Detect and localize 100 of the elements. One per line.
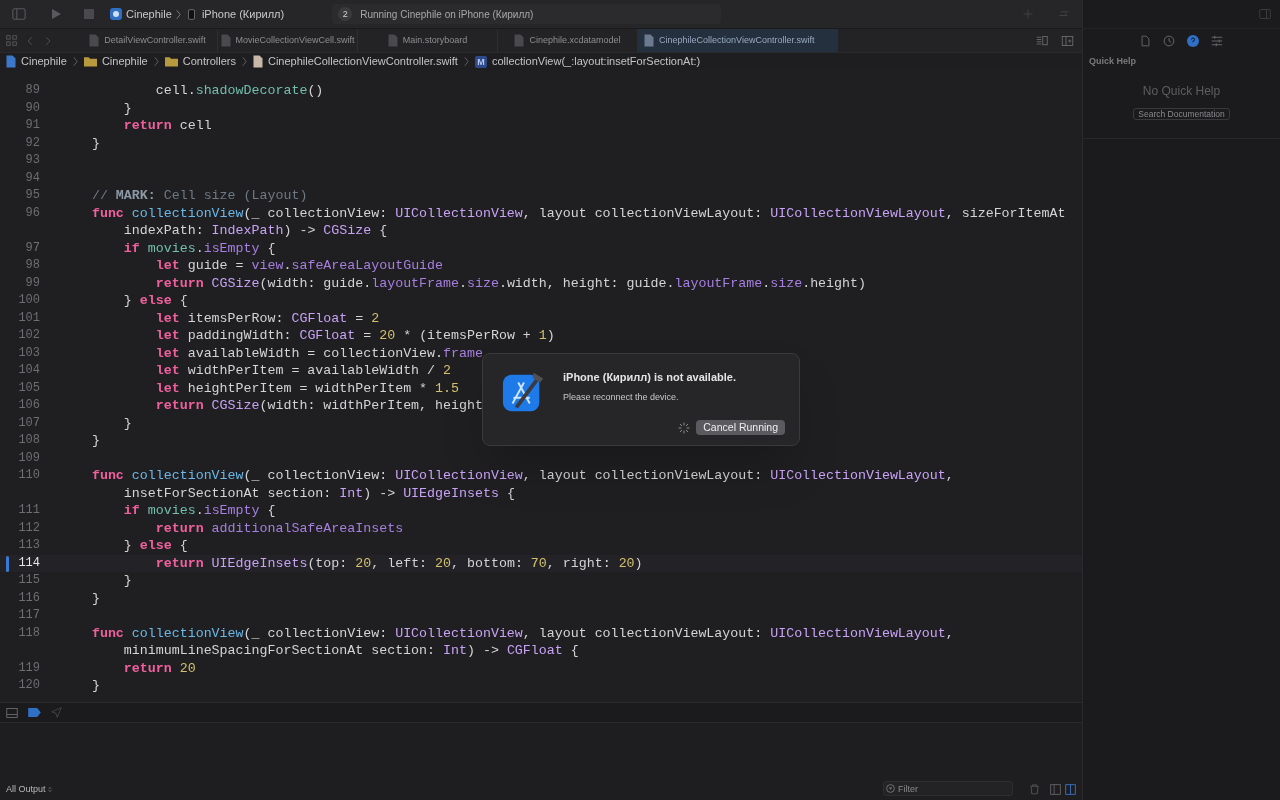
line-number: 99: [25, 274, 40, 292]
line-number: 113: [18, 537, 40, 554]
code-line: cell.shadowDecorate(): [154, 82, 324, 100]
line-number: 110: [18, 467, 40, 484]
output-scope-selector[interactable]: All Output: [6, 782, 52, 796]
spinner-icon: [678, 421, 691, 434]
line-number: 115: [18, 572, 40, 589]
chevron-icon: [47, 785, 52, 793]
chevron-icon: [153, 56, 159, 67]
help-icon[interactable]: [1187, 34, 1199, 47]
line-number: 104: [18, 362, 40, 379]
code-line: } else {: [122, 537, 188, 555]
code-line: let itemsPerRow: CGFloat = 2: [154, 309, 380, 327]
breakpoint-icon[interactable]: [28, 708, 41, 717]
grid-icon[interactable]: [6, 35, 17, 46]
forward-icon[interactable]: [43, 34, 53, 47]
breadcrumb-item[interactable]: CinephileCollectionViewController.swift: [267, 53, 458, 70]
back-icon[interactable]: [25, 34, 35, 47]
file-icon: [252, 55, 263, 68]
line-number: 106: [18, 397, 40, 414]
device-name[interactable]: iPhone (Кирилл): [201, 5, 285, 23]
cancel-running-button[interactable]: Cancel Running: [696, 420, 785, 435]
file-icon: [6, 55, 16, 68]
trash-icon[interactable]: [1029, 783, 1040, 795]
scheme-name[interactable]: Cinephile: [126, 5, 172, 23]
empty-message: No Quick Help: [1141, 82, 1222, 100]
line-number: 107: [18, 414, 40, 432]
file-icon: [220, 34, 231, 47]
code-line: if movies.isEmpty {: [122, 502, 276, 520]
code-line: }: [90, 677, 100, 695]
editor-tab[interactable]: CinephileCollectionViewController.swift: [638, 29, 838, 52]
breadcrumb-item[interactable]: collectionView(_:layout:insetForSectionAt:): [491, 53, 701, 70]
line-number: 93: [25, 152, 40, 169]
file-inspector-icon[interactable]: [1140, 34, 1151, 47]
code-line: let guide = view.safeAreaLayoutGuide: [154, 257, 444, 275]
code-line: }: [90, 589, 100, 607]
search-documentation-button[interactable]: Search Documentation: [1133, 107, 1230, 120]
current-line-marker: [6, 555, 9, 572]
alert-message: Please reconnect the device.: [563, 390, 680, 404]
breadcrumb-item[interactable]: Cinephile: [21, 53, 67, 70]
chevron-icon: [241, 56, 247, 67]
breadcrumb-item[interactable]: Controllers: [182, 53, 236, 70]
panel-icon[interactable]: [6, 706, 18, 719]
editor-tab[interactable]: MovieCollectionViewCell.swift: [218, 29, 358, 52]
split-pane-icon[interactable]: [1065, 784, 1076, 795]
app-icon: [110, 8, 122, 20]
filter-field[interactable]: Filter: [883, 781, 1013, 796]
line-number: 109: [18, 449, 40, 467]
folder-icon: [83, 56, 97, 67]
breadcrumb-item[interactable]: Cinephile: [101, 53, 148, 70]
activity-status: Running Cinephile on iPhone (Кирилл): [360, 7, 534, 22]
line-number: 116: [18, 589, 40, 607]
code-line: return CGSize(width: widthPerItem, height: [154, 397, 483, 415]
code-line: let availableWidth = collectionView.frame: [154, 344, 483, 362]
code-line: // MARK: Cell size (Layout): [90, 187, 308, 205]
code-line: indexPath: IndexPath) -> CGSize {: [122, 222, 388, 240]
code-line: return cell: [122, 117, 212, 135]
line-number: 92: [25, 134, 40, 152]
code-line: }: [122, 572, 132, 590]
history-icon[interactable]: [1163, 34, 1175, 47]
line-number: 103: [18, 344, 40, 362]
location-icon[interactable]: [51, 707, 62, 718]
code-line: }: [122, 414, 132, 432]
code-line: }: [90, 432, 100, 450]
chevron-icon: [463, 56, 469, 67]
line-number: 118: [18, 624, 40, 642]
line-number: 120: [18, 677, 40, 694]
split-editor-icon[interactable]: [1061, 34, 1074, 47]
code-line: minimumLineSpacingForSectionAt section: Int) -> CGFloat {: [122, 642, 579, 660]
attributes-icon[interactable]: [1211, 34, 1223, 47]
file-icon: [514, 34, 525, 47]
line-number: 98: [25, 257, 40, 274]
line-number: 95: [25, 187, 40, 204]
method-badge: M: [474, 55, 487, 68]
file-icon: [387, 34, 398, 47]
alert-title: iPhone (Кирилл) is not available.: [563, 370, 737, 385]
filter-icon: [886, 784, 895, 793]
code-line: let widthPerItem = availableWidth / 2: [154, 362, 451, 380]
line-number: 108: [18, 432, 40, 449]
file-icon: [644, 34, 654, 47]
single-pane-icon[interactable]: [1050, 784, 1061, 795]
line-number: 105: [18, 379, 40, 397]
line-number: 91: [25, 117, 40, 134]
document-list-icon[interactable]: [1035, 34, 1049, 47]
issue-count[interactable]: 2: [338, 7, 353, 21]
code-line: if movies.isEmpty {: [122, 239, 276, 257]
line-number: 117: [18, 607, 40, 624]
code-line: return additionalSafeAreaInsets: [154, 519, 404, 537]
run-icon[interactable]: [50, 8, 62, 20]
line-number: 119: [18, 659, 40, 677]
chevron-icon: [175, 8, 181, 20]
folder-icon: [164, 56, 178, 67]
code-line: func collectionView(_ collectionView: UICollectionView, layout collectionViewLayout: UICollectionViewLayout,: [90, 467, 954, 485]
code-line: func collectionView(_ collectionView: UICollectionView, layout collectionViewLayout: UICollectionViewLayout,: [90, 624, 954, 642]
code-line: return CGSize(width: guide.layoutFrame.size.width, height: guide.layoutFrame.size.height): [154, 274, 866, 292]
sidebar-icon[interactable]: [10, 7, 28, 21]
chevron-icon: [72, 56, 78, 67]
inspector-toggle-icon[interactable]: [1258, 8, 1272, 20]
code-line: }: [122, 99, 132, 117]
line-number: 97: [25, 239, 40, 257]
